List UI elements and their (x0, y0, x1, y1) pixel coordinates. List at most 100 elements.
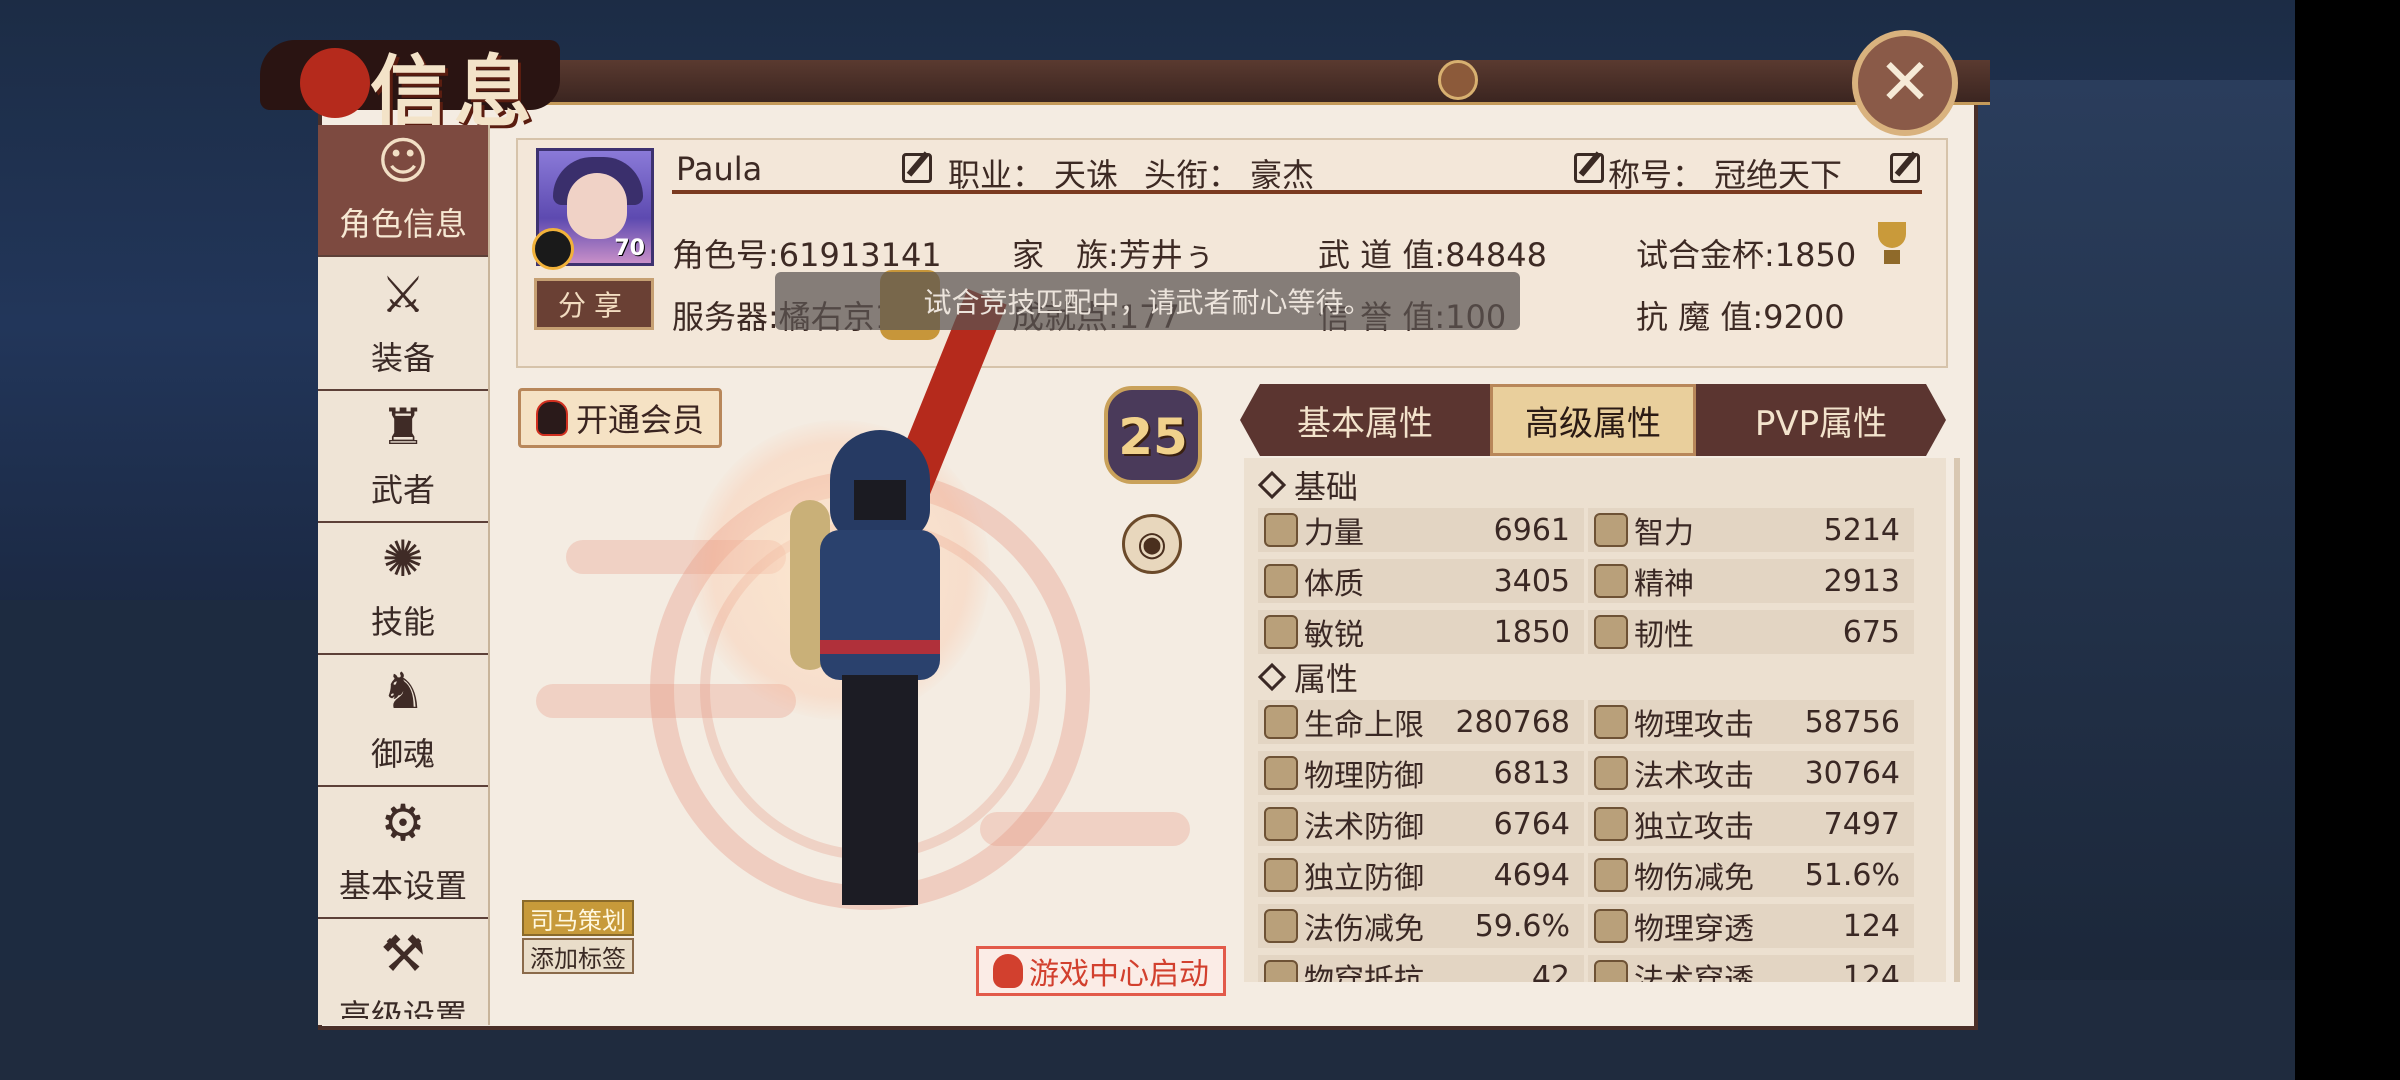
sidebar-item-basic-settings[interactable]: ⚙ 基本设置 (318, 787, 488, 919)
sidebar-item-label: 高级设置 (338, 997, 467, 1019)
attribute-cell: 体质 3405 (1258, 559, 1584, 603)
attribute-value: 1850 (1493, 614, 1570, 650)
attribute-value: 280768 (1455, 704, 1570, 740)
sidebar-item-warrior[interactable]: ♜ 武者 (318, 391, 488, 523)
sidebar-item-label: 角色信息 (338, 205, 467, 243)
edit-name-icon[interactable] (902, 153, 932, 183)
attribute-icon (1264, 705, 1298, 739)
attribute-icon (1594, 615, 1628, 649)
sidebar-item-advanced-settings[interactable]: ⚒ 高级设置 (318, 919, 488, 1019)
attribute-cell: 精神 2913 (1588, 559, 1914, 603)
attribute-name: 物理穿透 (1634, 912, 1754, 947)
share-button[interactable]: 分享 (534, 278, 654, 330)
attribute-icon (1264, 858, 1298, 892)
attribute-cell: 物理防御 6813 (1258, 751, 1584, 795)
attribute-scrollbar[interactable] (1954, 458, 1960, 982)
attribute-value: 3405 (1493, 563, 1570, 599)
attribute-name: 体质 (1304, 567, 1364, 602)
attribute-value: 30764 (1804, 755, 1900, 791)
attribute-name: 法术攻击 (1634, 759, 1754, 794)
background-cliff (1960, 80, 2295, 1080)
cup-value: 试合金杯:1850 (1636, 236, 1857, 274)
level-badge: 25 (1094, 380, 1212, 498)
samurai-icon: ♜ (380, 398, 426, 456)
attribute-icon (1594, 705, 1628, 739)
close-button[interactable]: ✕ (1852, 30, 1958, 136)
attribute-cell: 独立攻击 7497 (1588, 802, 1914, 846)
attribute-value: 124 (1842, 959, 1900, 983)
attribute-value: 6813 (1493, 755, 1570, 791)
attribute-value: 51.6% (1804, 857, 1900, 893)
sidebar-item-label: 御魂 (370, 735, 435, 773)
attribute-cell: 独立防御 4694 (1258, 853, 1584, 897)
qq-penguin-icon (993, 954, 1023, 988)
sidebar: ☺ 角色信息 ⚔ 装备 ♜ 武者 ✺ 技能 ♞ 御魂 ⚙ 基本设置 ⚒ 高级设置 (318, 125, 490, 1025)
attribute-cell: 韧性 675 (1588, 610, 1914, 654)
attribute-icon (1264, 756, 1298, 790)
attribute-name: 韧性 (1634, 618, 1694, 653)
attribute-icon (1264, 960, 1298, 982)
game-center-button[interactable]: 游戏中心启动 (976, 946, 1226, 996)
attribute-name: 敏锐 (1304, 618, 1364, 653)
sidebar-item-equipment[interactable]: ⚔ 装备 (318, 259, 488, 391)
wudao-value: 武 道 值:84848 (1318, 236, 1547, 274)
attribute-icon (1594, 564, 1628, 598)
header-divider (672, 190, 1922, 194)
trophy-icon (1872, 222, 1912, 266)
attribute-name: 独立防御 (1304, 861, 1424, 896)
attribute-value: 124 (1842, 908, 1900, 944)
sidebar-item-character-info[interactable]: ☺ 角色信息 (318, 125, 488, 257)
attribute-name: 生命上限 (1304, 708, 1424, 743)
swirl-icon: ✺ (382, 530, 424, 588)
attribute-name: 独立攻击 (1634, 810, 1754, 845)
attribute-value: 6961 (1493, 512, 1570, 548)
edit-title-left-icon[interactable] (1574, 153, 1604, 183)
character-model[interactable] (790, 430, 990, 950)
wrench-gear-icon: ⚒ (380, 925, 426, 983)
close-icon: ✕ (1878, 46, 1932, 120)
edit-title-icon[interactable] (1890, 153, 1920, 183)
membership-label: 开通会员 (575, 401, 704, 439)
attribute-value: 6764 (1493, 806, 1570, 842)
resist-value: 抗 魔 值:9200 (1636, 298, 1845, 336)
camera-icon[interactable]: ◉ (1122, 514, 1182, 574)
add-tag-button[interactable]: 添加标签 (522, 938, 634, 974)
attribute-value: 7497 (1823, 806, 1900, 842)
window-title: 信息 (260, 20, 560, 138)
open-membership-button[interactable]: 开通会员 (518, 388, 722, 448)
attribute-name: 法伤减免 (1304, 912, 1424, 947)
attribute-cell: 物理穿透 124 (1588, 904, 1914, 948)
attribute-icon (1594, 858, 1628, 892)
attribute-name: 法术穿透 (1634, 963, 1754, 982)
attribute-name: 物穿抵抗 (1304, 963, 1424, 982)
avatar-level: 70 (614, 236, 645, 261)
title-red-seal (300, 48, 370, 118)
attribute-list[interactable]: 基础 力量 6961 智力 5214 体质 3405 精神 2913 敏锐 1850 韧性 675 属… (1244, 458, 1946, 982)
crossed-swords-icon: ⚔ (380, 266, 426, 324)
gear-icon: ⚙ (380, 794, 426, 852)
tab-basic-attributes[interactable]: 基本属性 (1240, 384, 1490, 456)
sidebar-item-label: 技能 (370, 603, 435, 641)
diamond-icon (1257, 662, 1287, 692)
attribute-name: 物理攻击 (1634, 708, 1754, 743)
level-badge-number: 25 (1118, 408, 1188, 466)
attribute-value: 2913 (1823, 563, 1900, 599)
attribute-value: 5214 (1823, 512, 1900, 548)
family: 家 族:芳井ぅ (1012, 236, 1215, 274)
attribute-icon (1264, 909, 1298, 943)
sidebar-item-skills[interactable]: ✺ 技能 (318, 523, 488, 655)
screen-edge-bar (2295, 0, 2400, 1080)
attribute-name: 精神 (1634, 567, 1694, 602)
tab-pvp-attributes[interactable]: PVP属性 (1696, 384, 1946, 456)
tab-advanced-attributes[interactable]: 高级属性 (1490, 384, 1696, 456)
attribute-name: 法术防御 (1304, 810, 1424, 845)
section-basic: 基础 (1257, 462, 1358, 508)
attribute-cell: 法术攻击 30764 (1588, 751, 1914, 795)
ornament-icon (1438, 60, 1478, 100)
player-tag: 司马策划 (522, 900, 634, 936)
qq-penguin-icon (532, 228, 574, 270)
attribute-cell: 法术防御 6764 (1258, 802, 1584, 846)
sidebar-item-spirit[interactable]: ♞ 御魂 (318, 655, 488, 787)
matching-toast: 试合竞技匹配中，请武者耐心等待。 (775, 272, 1520, 330)
attribute-cell: 物穿抵抗 42 (1258, 955, 1584, 982)
